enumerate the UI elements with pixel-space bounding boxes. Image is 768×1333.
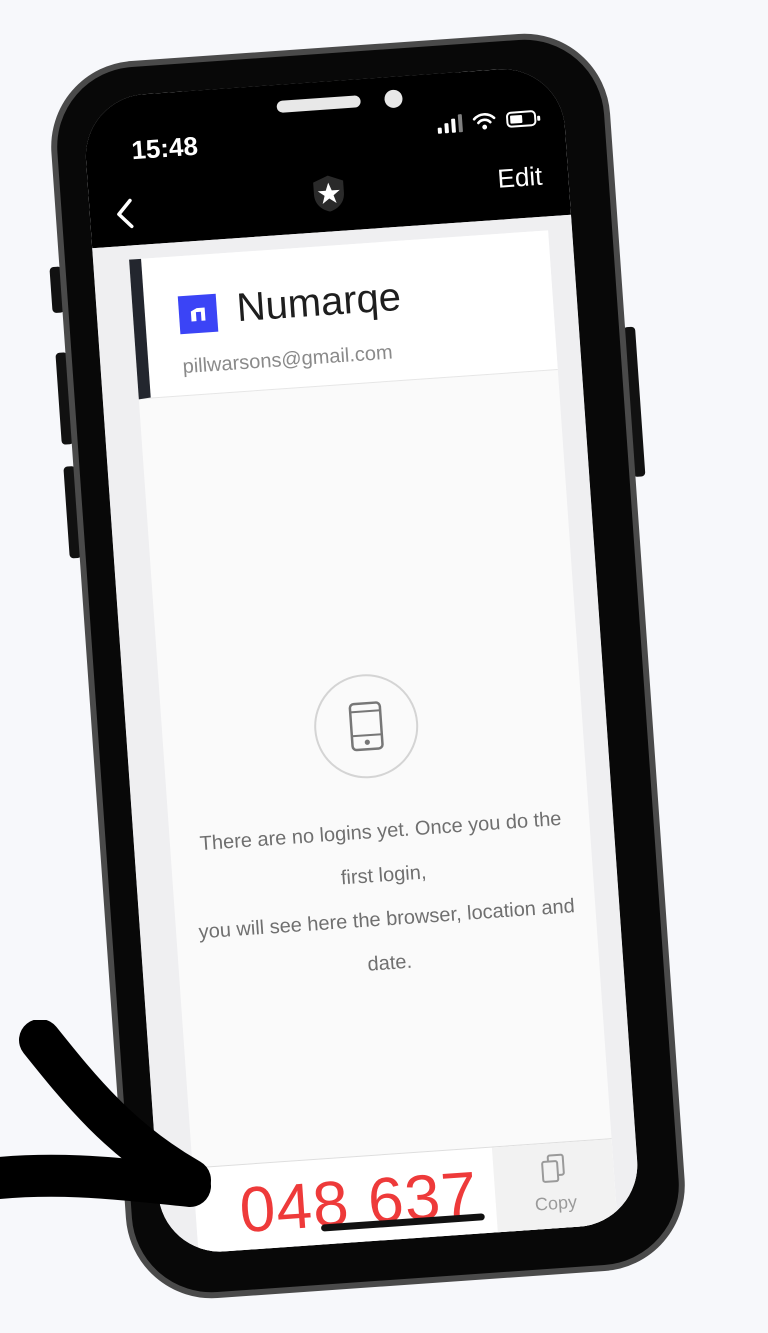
- copy-button[interactable]: Copy: [491, 1139, 618, 1234]
- phone-device-icon: [310, 670, 422, 782]
- back-icon[interactable]: [107, 193, 144, 235]
- front-camera: [383, 89, 404, 109]
- speaker-grille: [276, 95, 361, 113]
- account-email: pillwarsons@gmail.com: [181, 341, 394, 379]
- signal-icon: [437, 114, 463, 134]
- edit-button[interactable]: Edit: [496, 161, 543, 195]
- wifi-icon: [472, 113, 496, 130]
- account-name: Numarqe: [235, 274, 403, 331]
- scene: 15:48 Edit Numarqe pillwarsons@gmail.com…: [0, 0, 768, 1333]
- empty-state-message: There are no logins yet. Once you do the…: [183, 796, 588, 999]
- otp-code[interactable]: 048 637: [237, 1157, 480, 1247]
- copy-label: Copy: [534, 1191, 578, 1215]
- account-header[interactable]: Numarqe pillwarsons@gmail.com: [129, 230, 558, 400]
- status-time: 15:48: [130, 130, 199, 166]
- copy-icon: [541, 1153, 565, 1183]
- battery-icon: [505, 109, 537, 129]
- pointing-arrow-icon: [0, 1020, 211, 1207]
- numarqe-logo-icon: [177, 293, 219, 335]
- shield-star-icon: [313, 175, 344, 212]
